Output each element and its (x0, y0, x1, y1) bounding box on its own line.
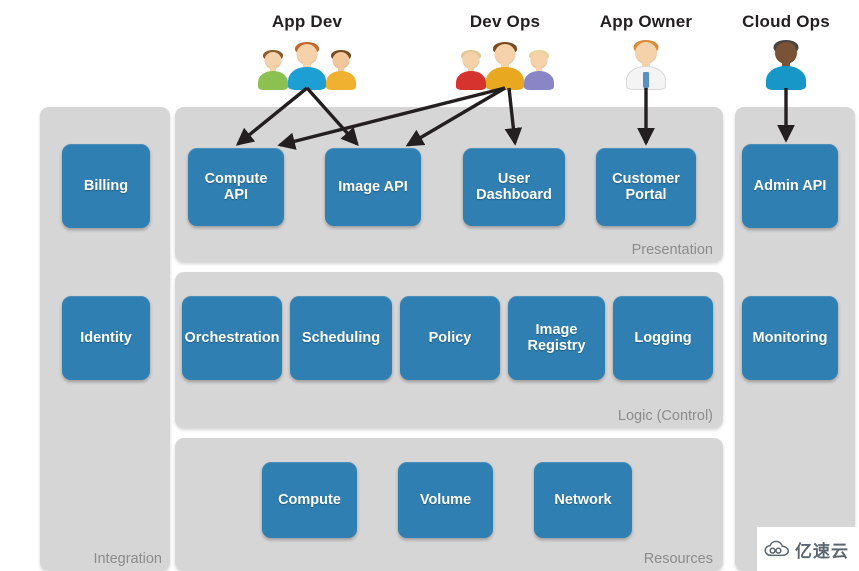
node-logging[interactable]: Logging (613, 296, 713, 380)
person-icon (258, 50, 288, 90)
person-icon (288, 42, 326, 90)
person-icon (766, 40, 806, 90)
person-head (635, 42, 657, 64)
node-customer-portal[interactable]: Customer Portal (596, 148, 696, 226)
person-head (494, 44, 516, 65)
actor-label-app-dev: App Dev (271, 12, 343, 31)
person-body (766, 66, 806, 90)
node-label: Admin API (753, 177, 827, 194)
actor-group-dev-ops (445, 38, 565, 90)
node-label: Monitoring (752, 329, 828, 346)
node-billing[interactable]: Billing (62, 144, 150, 228)
cloud-icon (764, 540, 790, 557)
diagram-canvas: Integration Presentation Logic (Control)… (0, 0, 859, 571)
person-icon (486, 42, 524, 90)
node-admin-api[interactable]: Admin API (742, 144, 838, 228)
node-image-api[interactable]: Image API (325, 148, 421, 226)
panel-label-integration: Integration (93, 551, 162, 567)
node-label: Image Registry (527, 321, 586, 354)
person-icon (456, 50, 486, 90)
node-compute[interactable]: Compute (262, 462, 357, 538)
node-label: Customer Portal (612, 170, 680, 203)
panel-label-logic: Logic (Control) (617, 408, 713, 424)
actor-group-app-owner (586, 38, 706, 90)
node-monitoring[interactable]: Monitoring (742, 296, 838, 380)
actor-label-app-owner: App Owner (599, 12, 693, 31)
node-label: Image API (338, 178, 408, 195)
node-user-dashboard[interactable]: User Dashboard (463, 148, 565, 226)
node-policy[interactable]: Policy (400, 296, 500, 380)
person-body (456, 71, 486, 90)
person-body (486, 67, 524, 90)
node-label: User Dashboard (476, 170, 552, 203)
node-network[interactable]: Network (534, 462, 632, 538)
node-scheduling[interactable]: Scheduling (290, 296, 392, 380)
person-tie (643, 72, 649, 89)
person-icon (524, 50, 554, 90)
person-icon (326, 50, 356, 90)
node-label: Network (554, 491, 612, 508)
watermark: 亿速云 (757, 527, 859, 571)
panel-label-resources: Resources (643, 551, 713, 567)
actor-label-dev-ops: Dev Ops (469, 12, 541, 31)
panel-label-presentation: Presentation (631, 242, 713, 258)
node-label: Compute (278, 491, 341, 508)
person-body (288, 67, 326, 90)
node-compute-api[interactable]: Compute API (188, 148, 284, 226)
watermark-text: 亿速云 (795, 541, 849, 562)
person-body (326, 71, 356, 90)
actor-group-cloud-ops (726, 38, 846, 90)
actor-group-app-dev (247, 38, 367, 90)
node-image-registry[interactable]: Image Registry (508, 296, 605, 380)
node-orchestration[interactable]: Orchestration (182, 296, 282, 380)
node-label: Logging (634, 329, 692, 346)
node-label: Billing (83, 177, 129, 194)
node-label: Identity (80, 329, 132, 346)
person-body (524, 71, 554, 90)
node-label: Compute API (204, 170, 268, 203)
node-identity[interactable]: Identity (62, 296, 150, 380)
person-head (296, 44, 318, 65)
node-label: Orchestration (184, 329, 280, 346)
person-head (775, 42, 797, 64)
node-volume[interactable]: Volume (398, 462, 493, 538)
actor-label-cloud-ops: Cloud Ops (742, 12, 830, 31)
node-label: Volume (419, 491, 472, 508)
node-label: Policy (428, 329, 472, 346)
node-label: Scheduling (301, 329, 381, 346)
person-icon (626, 40, 666, 90)
person-body (258, 71, 288, 90)
